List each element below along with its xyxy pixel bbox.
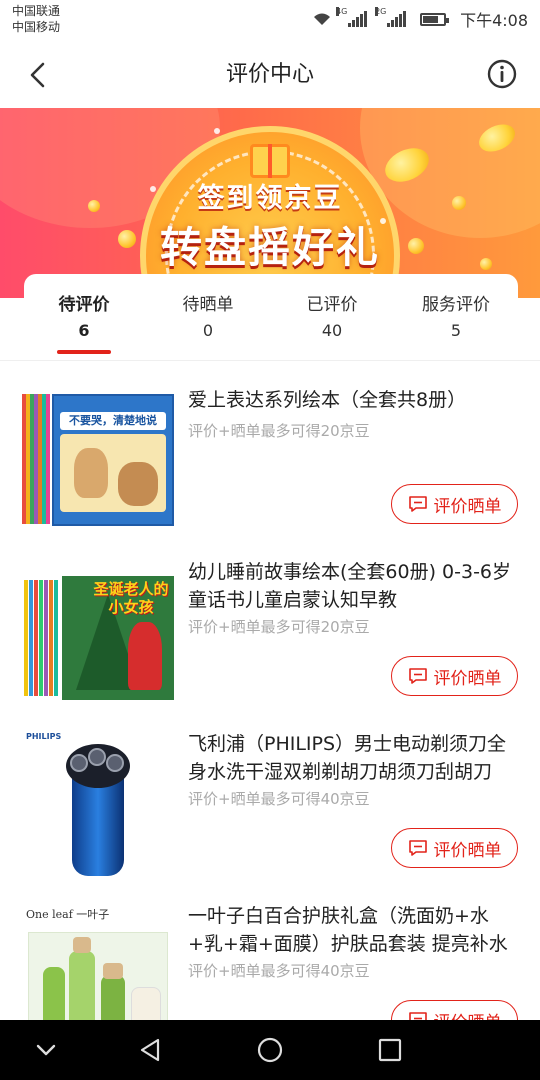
tab-count: 40: [321, 321, 343, 340]
recents-square-icon[interactable]: [376, 1036, 404, 1064]
tab-pending-share[interactable]: 待晒单 0: [148, 292, 268, 344]
review-button[interactable]: 评价晒单: [391, 656, 518, 696]
home-circle-icon[interactable]: [256, 1036, 284, 1064]
product-title[interactable]: 幼儿睡前故事绘本(全套60册) 0-3-6岁童话书儿童启蒙认知早教: [188, 558, 522, 614]
book-cover: 不要哭，清楚地说: [52, 394, 174, 526]
brand-logo: One leaf 一叶子: [26, 908, 110, 921]
product-title[interactable]: 一叶子白百合护肤礼盒（洗面奶+水+乳+霜+面膜）护肤品套装 提亮补水: [188, 902, 522, 958]
banner-line-2: 转盘摇好礼: [159, 223, 380, 272]
tab-count: 5: [450, 321, 462, 340]
cover-title: 圣诞老人的小女孩: [93, 580, 169, 616]
clock: 下午4:08: [460, 11, 528, 30]
tab-service-review[interactable]: 服务评价 5: [396, 292, 516, 344]
book-cover: 圣诞老人的小女孩: [62, 576, 174, 700]
nav-bar: 评价中心: [0, 40, 540, 108]
comment-icon: [408, 668, 427, 684]
shaver-head: [66, 744, 130, 788]
tab-pending-review[interactable]: 待评价 6: [24, 292, 144, 344]
tab-label: 已评价: [306, 295, 358, 315]
review-tabs: 待评价 6 待晒单 0 已评价 40 服务评价 5: [24, 274, 518, 360]
rabbit-illustration: [118, 462, 158, 506]
product-title[interactable]: 飞利浦（PHILIPS）男士电动剃须刀全身水洗干湿双剃剃胡刀胡须刀刮胡刀: [188, 730, 522, 786]
reward-hint: 评价+晒单最多可得20京豆: [188, 422, 370, 440]
signal-icon-2: 2G: [375, 7, 407, 27]
reward-hint: 评价+晒单最多可得20京豆: [188, 618, 370, 636]
review-button[interactable]: 评价晒单: [391, 484, 518, 524]
comment-icon: [408, 840, 427, 856]
list-item[interactable]: PHILIPS 飞利浦（PHILIPS）男士电动剃须刀全身水洗干湿双剃剃胡刀胡须…: [0, 718, 540, 890]
tab-count: 6: [78, 321, 90, 340]
battery-icon: [420, 12, 450, 26]
review-button-label: 评价晒单: [433, 840, 502, 861]
product-image[interactable]: PHILIPS: [22, 730, 174, 876]
list-item[interactable]: 不要哭，清楚地说 爱上表达系列绘本（全套共8册） 评价+晒单最多可得20京豆 评…: [0, 374, 540, 546]
carrier-labels: 中国联通 中国移动: [12, 3, 60, 35]
carrier-2: 中国移动: [12, 20, 61, 34]
product-title[interactable]: 爱上表达系列绘本（全套共8册）: [188, 386, 522, 414]
network-type-2: 2G: [375, 7, 387, 16]
chevron-down-icon[interactable]: [32, 1036, 60, 1064]
review-button[interactable]: 评价晒单: [391, 828, 518, 868]
banner-line-1: 签到领京豆: [197, 183, 343, 214]
divider: [0, 360, 540, 361]
network-type-1: 4G: [336, 7, 348, 16]
product-image[interactable]: 圣诞老人的小女孩: [22, 558, 174, 704]
status-icons: 4G 2G 下午4:08: [312, 7, 528, 30]
active-tab-indicator: [57, 350, 111, 354]
tab-label: 待晒单: [182, 295, 234, 315]
page-title: 评价中心: [225, 62, 314, 87]
tab-reviewed[interactable]: 已评价 40: [272, 292, 392, 344]
reward-hint: 评价+晒单最多可得40京豆: [188, 790, 370, 808]
gift-icon: [250, 144, 290, 178]
comment-icon: [408, 496, 427, 512]
rabbit-illustration: [74, 448, 108, 498]
promo-banner[interactable]: 签到领京豆 转盘摇好礼: [0, 108, 540, 298]
review-button-label: 评价晒单: [433, 668, 502, 689]
brand-logo: PHILIPS: [26, 732, 62, 741]
reward-hint: 评价+晒单最多可得40京豆: [188, 962, 370, 980]
carrier-1: 中国联通: [12, 4, 61, 18]
girl-illustration: [128, 622, 162, 690]
cover-title: 不要哭，清楚地说: [60, 412, 166, 430]
wifi-icon: [314, 13, 331, 25]
review-button-label: 评价晒单: [433, 496, 502, 517]
tab-label: 待评价: [58, 295, 110, 315]
tab-label: 服务评价: [422, 295, 490, 315]
back-triangle-icon[interactable]: [136, 1036, 164, 1064]
signal-icon-1: 4G: [336, 7, 368, 27]
product-image[interactable]: 不要哭，清楚地说: [22, 386, 174, 532]
status-bar: 中国联通 中国移动 4G 2G 下午4:08: [0, 0, 540, 40]
tab-count: 0: [202, 321, 214, 340]
info-circle-icon[interactable]: [486, 58, 518, 90]
list-item[interactable]: 圣诞老人的小女孩 幼儿睡前故事绘本(全套60册) 0-3-6岁童话书儿童启蒙认知…: [0, 546, 540, 718]
system-nav-bar: [0, 1020, 540, 1080]
